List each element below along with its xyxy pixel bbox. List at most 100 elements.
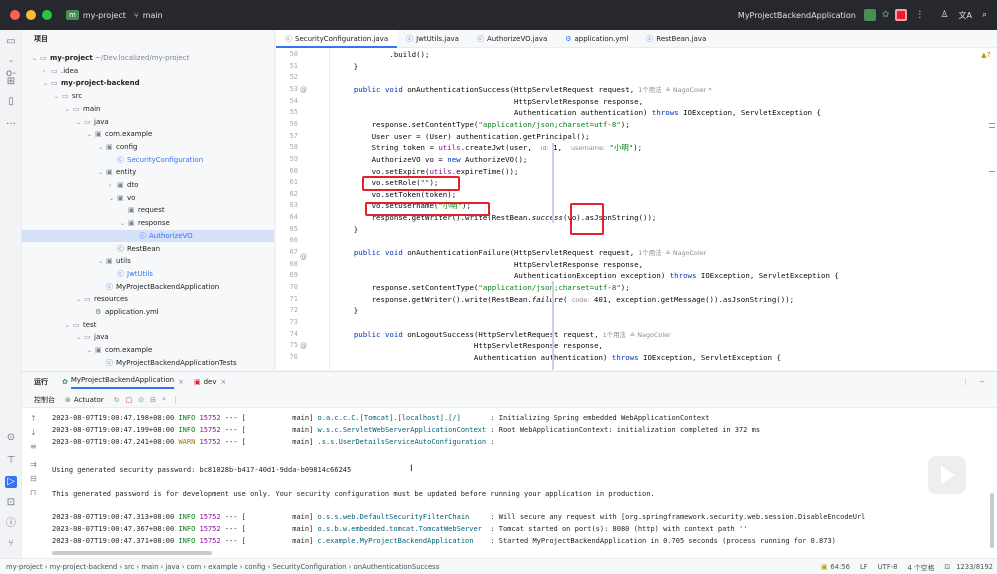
editor-tab[interactable]: ⓒ RestBean.java (637, 30, 715, 48)
folder-icon[interactable]: ▭ (5, 36, 17, 48)
expand-chevron-icon[interactable]: ⌄ (87, 129, 95, 142)
tree-item[interactable]: ⌄ ▣ utils (22, 255, 274, 269)
vertical-scrollbar[interactable] (990, 493, 994, 548)
breadcrumb-item[interactable]: src (124, 563, 134, 571)
expand-chevron-icon[interactable]: ⌄ (98, 256, 106, 269)
commit-icon[interactable]: -o- (5, 56, 17, 79)
expand-chevron-icon[interactable]: ⌄ (109, 193, 117, 206)
readonly-lock-icon[interactable]: ⊡ (944, 563, 950, 571)
close-dev-tab-icon[interactable]: × (220, 378, 226, 386)
stop-run-icon[interactable]: ▢ (126, 396, 133, 404)
branch-switcher[interactable]: main (143, 11, 163, 20)
breadcrumb-item[interactable]: java (165, 563, 179, 571)
tree-item[interactable]: ⌄ ▭ my-project ~/Dev.localized/my-project (22, 52, 274, 66)
expand-chevron-icon[interactable]: ⌄ (98, 167, 106, 180)
breadcrumb-item[interactable]: SecurityConfiguration (272, 563, 346, 571)
tree-item[interactable]: ⌄ ▣ response (22, 217, 274, 230)
breadcrumb-item[interactable]: com (187, 563, 202, 571)
warnings-indicator[interactable]: ▲7 (981, 51, 991, 59)
expand-chevron-icon[interactable]: ⌄ (87, 345, 95, 358)
expand-chevron-icon[interactable]: ⌄ (98, 142, 106, 155)
breadcrumb-item[interactable]: my-project (6, 563, 43, 571)
tree-item[interactable]: ⌄ ▭ java (22, 116, 274, 130)
more-actions-icon[interactable]: ⋮ (915, 10, 924, 20)
tree-item[interactable]: ⓒ RestBean (22, 243, 274, 256)
tree-item[interactable]: ⌄ ▭ src (22, 90, 274, 104)
breadcrumb-item[interactable]: config (245, 563, 266, 571)
run-config-selector[interactable]: MyProjectBackendApplication (738, 11, 856, 20)
tree-item[interactable]: ⌄ ▣ com.example (22, 344, 274, 358)
tree-item[interactable]: ⌄ ▭ my-project-backend (22, 77, 274, 91)
breadcrumb-item[interactable]: onAuthenticationSuccess (354, 563, 440, 571)
project-switcher[interactable]: my-project (83, 11, 126, 20)
rerun-icon[interactable]: ↻ (114, 396, 120, 404)
translate-icon[interactable]: 文A (958, 10, 971, 21)
run-icon[interactable] (863, 9, 876, 21)
more-icon[interactable]: ⋮ (172, 396, 179, 404)
structure-icon[interactable]: ⊞ (5, 76, 17, 88)
maximize-window-button[interactable] (42, 10, 52, 20)
run-tool-icon[interactable]: ▷ (5, 476, 17, 488)
expand-chevron-icon[interactable]: ⌄ (65, 104, 73, 117)
tree-item[interactable]: ⌄ ▣ com.example (22, 128, 274, 142)
wrap-icon[interactable]: ≡ (30, 442, 37, 451)
minimize-window-button[interactable] (26, 10, 36, 20)
file-encoding[interactable]: UTF-8 (878, 563, 898, 571)
dev-tab[interactable]: dev (204, 378, 217, 386)
tree-item[interactable]: ⌄ ▣ config (22, 141, 274, 155)
terminal-icon[interactable]: ⊡ (5, 497, 17, 509)
debug-icon[interactable]: ✿ (882, 10, 890, 20)
tree-item[interactable]: ⓒ AuthorizeVO (22, 229, 274, 243)
trash-icon[interactable]: ⊓ (30, 488, 36, 497)
tree-item[interactable]: ⓒ MyProjectBackendApplication (22, 281, 274, 294)
stop-icon[interactable] (895, 9, 908, 21)
tree-item[interactable]: ⓒ JwtUtils (22, 268, 274, 281)
tree-item[interactable]: ⌄ ▭ test (22, 319, 274, 333)
expand-chevron-icon[interactable]: ⌄ (54, 91, 62, 104)
more-tools-icon[interactable]: … (5, 116, 17, 128)
close-window-button[interactable] (10, 10, 20, 20)
tree-item[interactable]: ⓒ SecurityConfiguration (22, 154, 274, 167)
problems-icon[interactable]: ⓘ (5, 518, 17, 530)
tree-item[interactable]: ⌄ ▭ java (22, 331, 274, 345)
breadcrumb-item[interactable]: main (141, 563, 158, 571)
run-config-tab[interactable]: MyProjectBackendApplication (70, 376, 175, 389)
tree-item[interactable]: ⌄ ▭ resources (22, 293, 274, 307)
print-icon[interactable]: ⊟ (30, 474, 37, 483)
console-output[interactable]: ↑ ↓ ≡ ⇉ ⊟ ⊓ 2023-08-07T19:00:47.198+08:0… (22, 408, 997, 559)
actuator-tab[interactable]: Actuator (74, 396, 104, 404)
console-tab[interactable]: 控制台 (34, 395, 55, 405)
tree-item[interactable]: ⓒ MyProjectBackendApplicationTests (22, 357, 274, 370)
git-icon[interactable]: ⑂ (5, 538, 17, 550)
tree-item[interactable]: ⚙ application.yml (22, 306, 274, 319)
up-icon[interactable]: ↑ (30, 414, 37, 423)
expand-chevron-icon[interactable]: ⌄ (32, 53, 40, 66)
expand-chevron-icon[interactable]: ⌄ (43, 78, 51, 91)
editor-tab[interactable]: ⚙ application.yml (556, 30, 637, 48)
expand-chevron-icon[interactable]: › (43, 66, 51, 79)
tree-item[interactable]: ⌄ ▭ main (22, 103, 274, 117)
override-icon-2[interactable]: @ (300, 253, 307, 261)
indent-setting[interactable]: 4 个空格 (908, 562, 935, 572)
hide-panel-icon[interactable]: − (979, 378, 985, 386)
camera-icon[interactable]: ⊙ (138, 396, 144, 404)
restore-icon[interactable]: ⊟ (150, 396, 156, 404)
tree-item[interactable]: › ▣ dto (22, 179, 274, 192)
override-icon-3[interactable]: @ (300, 342, 307, 350)
account-icon[interactable]: ♙ (940, 10, 948, 20)
code-editor[interactable]: 50 .build(); 51 } 52 53 public void onAuthe… (276, 48, 997, 370)
tree-item[interactable]: ⌄ ▣ vo (22, 192, 274, 206)
horizontal-scrollbar[interactable] (52, 551, 212, 555)
override-icon[interactable]: @ (300, 86, 307, 94)
expand-chevron-icon[interactable]: ⌄ (65, 320, 73, 333)
expand-chevron-icon[interactable]: ⌄ (76, 117, 84, 130)
build-icon[interactable]: ⊤ (5, 455, 17, 467)
memory-indicator[interactable]: 1233/8192 (956, 563, 993, 571)
editor-tab[interactable]: ⓒ SecurityConfiguration.java (276, 29, 398, 48)
close-tab-icon[interactable]: × (178, 378, 184, 386)
down-icon[interactable]: ↓ (30, 428, 37, 437)
search-icon[interactable]: ⌕ (982, 10, 987, 20)
editor-tab[interactable]: ⓒ JwtUtils.java (397, 30, 468, 48)
expand-chevron-icon[interactable]: ⌄ (76, 294, 84, 307)
expand-chevron-icon[interactable]: ⌄ (76, 332, 84, 345)
